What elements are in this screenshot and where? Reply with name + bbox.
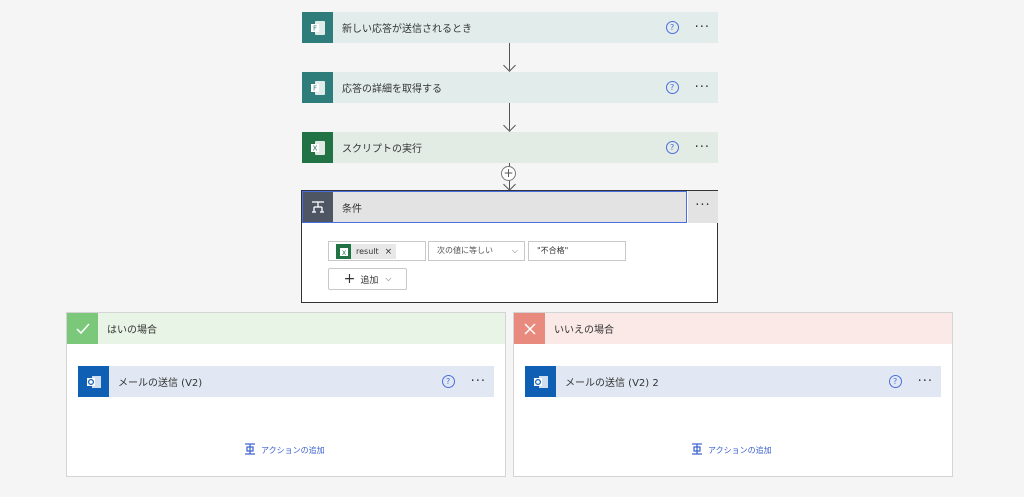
- step-title: メールの送信 (V2): [118, 378, 203, 389]
- help-icon[interactable]: ?: [665, 141, 679, 154]
- condition-header[interactable]: 条件: [302, 191, 687, 223]
- send-email-step-card[interactable]: メールの送信 (V2) 2 ? ···: [525, 366, 941, 397]
- svg-text:F: F: [312, 84, 316, 92]
- help-icon[interactable]: ?: [441, 375, 455, 388]
- get-response-details-step-card[interactable]: F 応答の詳細を取得する ? ···: [302, 72, 718, 103]
- add-action-link[interactable]: アクションの追加: [690, 442, 772, 458]
- forms-icon: F: [302, 72, 333, 103]
- more-options-icon[interactable]: ···: [695, 140, 710, 155]
- svg-text:X: X: [312, 144, 317, 152]
- branch-title: はいの場合: [107, 325, 157, 336]
- add-action-label: アクションの追加: [708, 445, 772, 455]
- add-action-link[interactable]: アクションの追加: [243, 442, 325, 458]
- help-icon[interactable]: ?: [665, 81, 679, 94]
- send-email-step-card[interactable]: メールの送信 (V2) ? ···: [78, 366, 494, 397]
- condition-right-operand[interactable]: "不合格": [528, 241, 626, 261]
- step-title: 新しい応答が送信されるとき: [342, 24, 472, 35]
- condition-card: 条件 ··· X result × 次の値に等しい ⌵ "不合格" + 追加 ⌵: [301, 190, 718, 303]
- help-icon[interactable]: ?: [665, 21, 679, 34]
- dynamic-content-token[interactable]: X result ×: [336, 244, 397, 259]
- more-options-icon[interactable]: ···: [918, 374, 933, 389]
- excel-icon: X: [336, 244, 351, 259]
- step-title: 応答の詳細を取得する: [342, 84, 442, 95]
- outlook-icon: [78, 366, 109, 397]
- condition-title: 条件: [342, 203, 362, 215]
- arrow-down-icon: [503, 59, 516, 72]
- more-options-icon[interactable]: ···: [471, 374, 486, 389]
- excel-icon: X: [302, 132, 333, 163]
- more-options-icon[interactable]: ···: [695, 20, 710, 35]
- token-label: result: [356, 247, 379, 256]
- operand-value: "不合格": [537, 246, 569, 255]
- step-title: スクリプトの実行: [342, 144, 422, 155]
- branch-title: いいえの場合: [554, 325, 614, 336]
- chevron-down-icon: ⌵: [385, 274, 392, 283]
- run-script-step-card[interactable]: X スクリプトの実行 ? ···: [302, 132, 718, 163]
- checkmark-icon: [67, 313, 98, 344]
- help-icon[interactable]: ?: [888, 375, 902, 388]
- forms-icon: F: [302, 12, 333, 43]
- condition-left-operand[interactable]: X result ×: [328, 241, 426, 261]
- close-icon: [514, 313, 545, 344]
- if-yes-branch: はいの場合 メールの送信 (V2) ? ··· アクションの追加: [66, 312, 506, 477]
- add-condition-button[interactable]: + 追加 ⌵: [328, 268, 407, 290]
- condition-icon: [303, 192, 333, 222]
- if-no-branch: いいえの場合 メールの送信 (V2) 2 ? ··· アクションの追加: [513, 312, 953, 477]
- arrow-down-icon: [503, 119, 516, 132]
- add-action-icon: [243, 442, 257, 458]
- remove-token-icon[interactable]: ×: [385, 247, 393, 257]
- trigger-step-card[interactable]: F 新しい応答が送信されるとき ? ···: [302, 12, 718, 43]
- chevron-down-icon: ⌵: [511, 246, 518, 255]
- svg-text:X: X: [341, 250, 345, 257]
- if-yes-header[interactable]: はいの場合: [67, 313, 505, 344]
- operator-value: 次の値に等しい: [437, 246, 493, 255]
- if-no-header[interactable]: いいえの場合: [514, 313, 952, 344]
- step-title: メールの送信 (V2) 2: [565, 378, 659, 389]
- outlook-icon: [525, 366, 556, 397]
- add-action-label: アクションの追加: [261, 445, 325, 455]
- svg-text:F: F: [312, 24, 316, 32]
- plus-icon: +: [343, 271, 356, 287]
- operator-select[interactable]: 次の値に等しい ⌵: [428, 241, 525, 261]
- more-options-icon[interactable]: ···: [688, 191, 718, 223]
- add-action-icon: [690, 442, 704, 458]
- more-options-icon[interactable]: ···: [695, 80, 710, 95]
- add-label: 追加: [360, 275, 379, 286]
